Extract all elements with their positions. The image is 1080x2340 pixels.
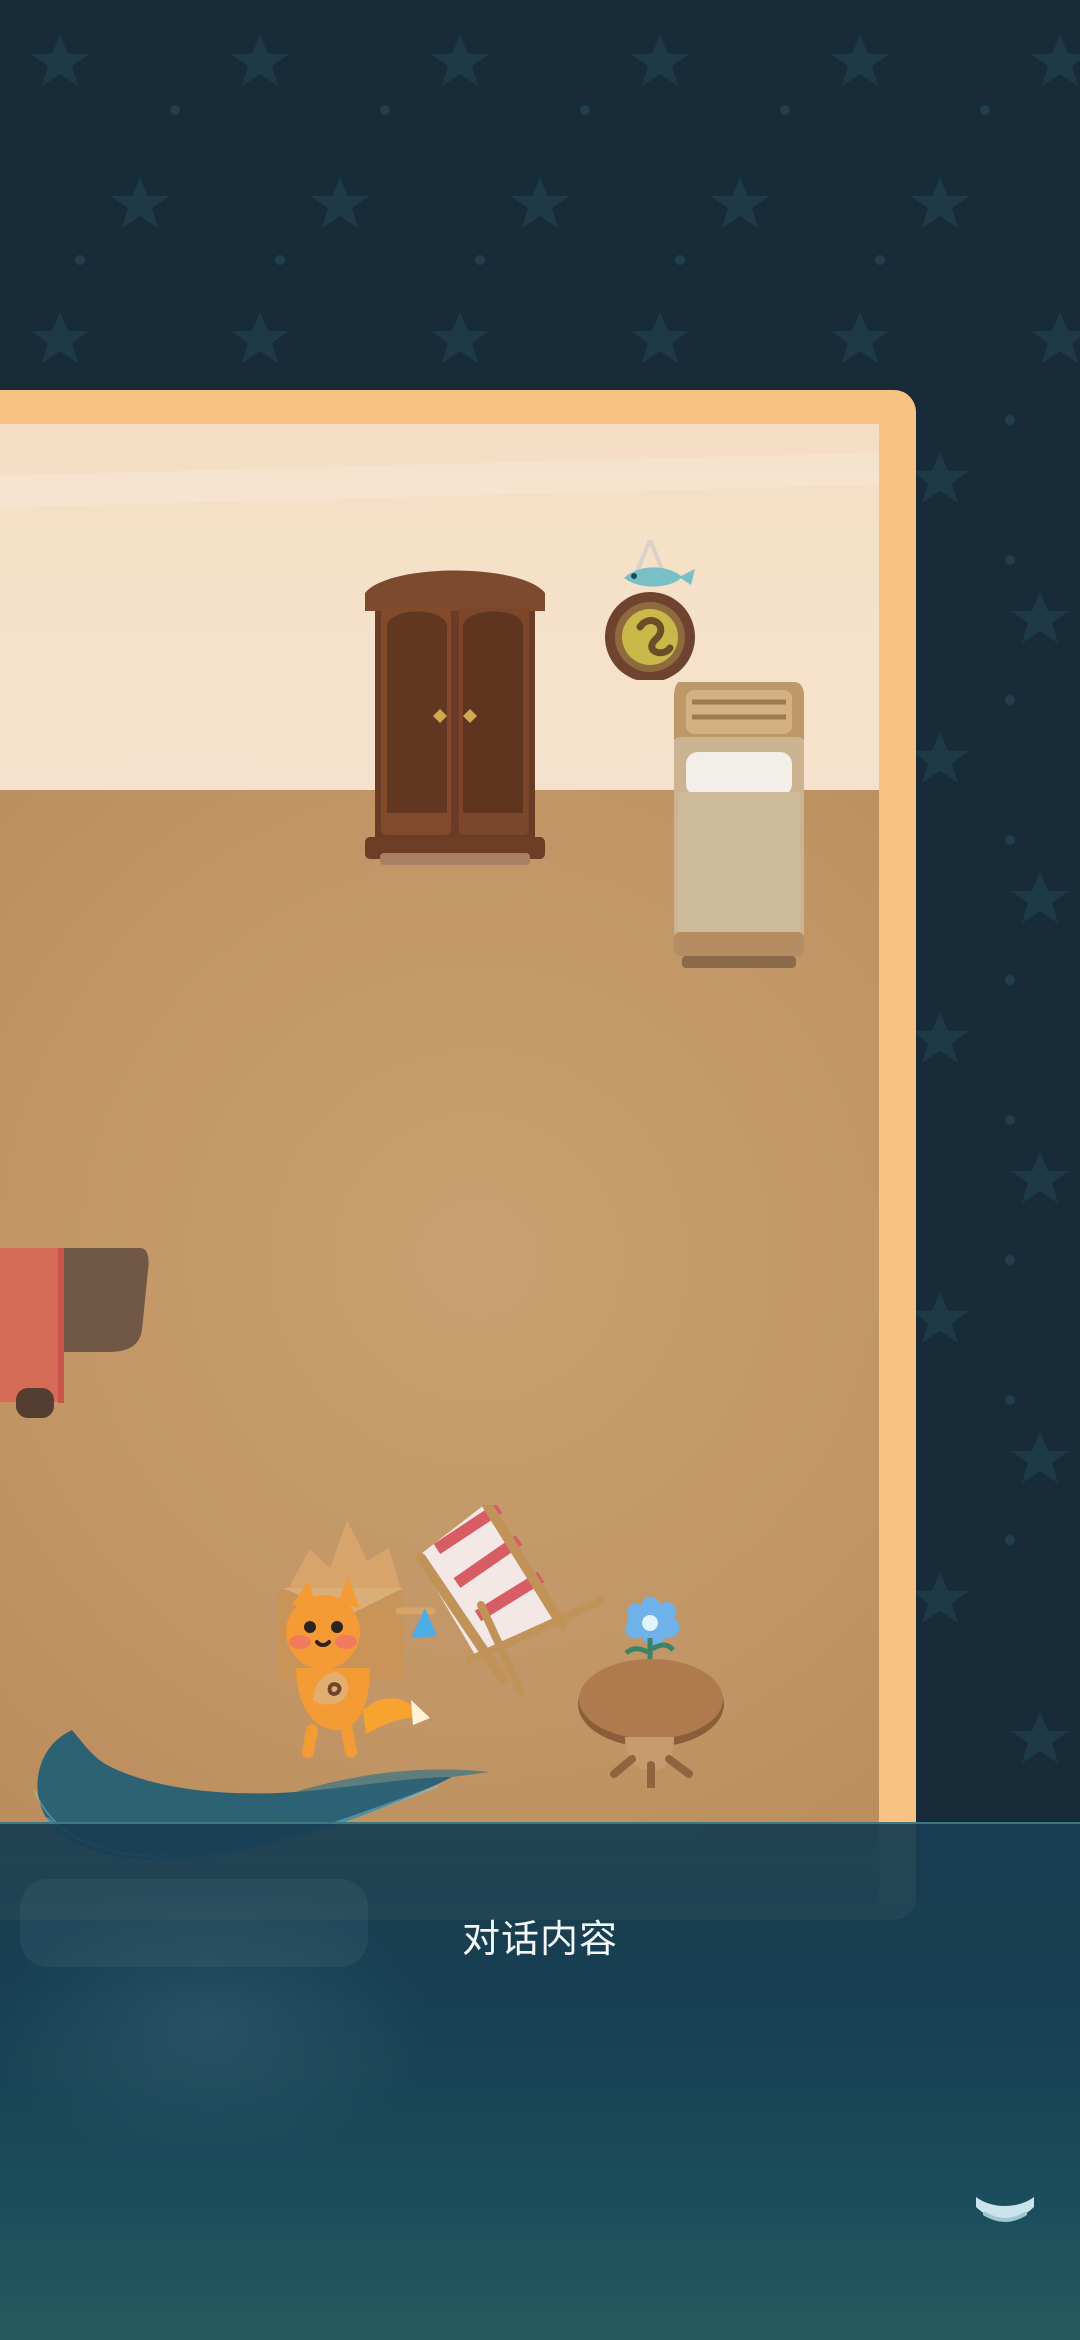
dialog-panel[interactable]: 对话内容 [0, 1822, 1080, 2340]
single-bed[interactable] [674, 682, 804, 972]
wall-clock-decoration[interactable] [598, 540, 703, 680]
dialog-text: 对话内容 [461, 1917, 618, 1961]
wardrobe[interactable] [365, 563, 545, 873]
left-sofa-piece[interactable] [0, 1248, 150, 1426]
game-screen: 对话内容 [0, 0, 1080, 2340]
chevron-down-icon[interactable] [972, 2191, 1038, 2235]
